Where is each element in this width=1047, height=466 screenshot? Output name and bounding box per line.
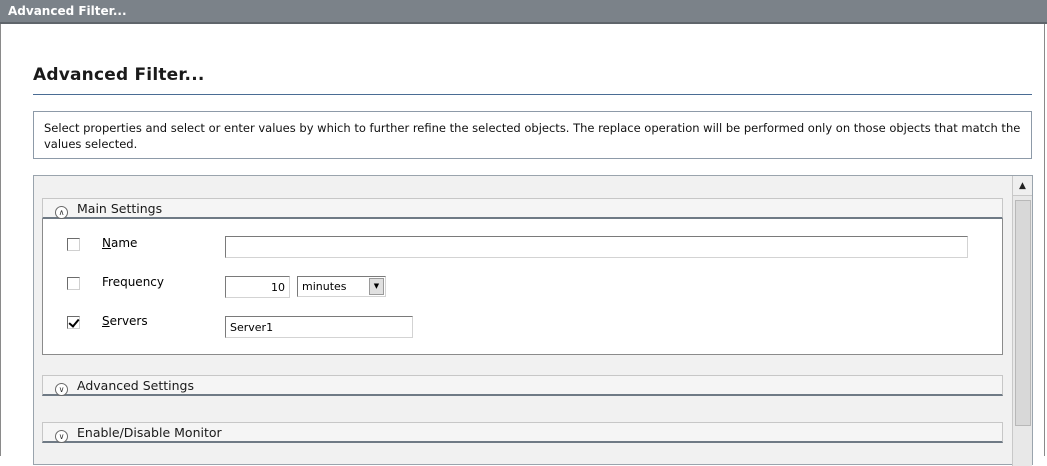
description-text: Select properties and select or enter va… [44, 121, 1021, 151]
advanced-settings-label: Advanced Settings [77, 378, 194, 393]
window-title: Advanced Filter... [8, 4, 127, 18]
main-settings-body: Name Frequency minutes ▼ Servers [42, 219, 1003, 355]
expand-icon[interactable]: ∨ [55, 383, 68, 396]
advanced-settings-header[interactable]: ∨ Advanced Settings [42, 375, 1003, 396]
servers-label-text: ervers [109, 314, 148, 328]
expand-icon[interactable]: ∨ [55, 430, 68, 443]
frequency-checkbox[interactable] [67, 277, 80, 290]
frequency-unit-value: minutes [302, 280, 347, 293]
scroll-up-arrow-icon[interactable]: ▲ [1013, 176, 1032, 196]
page-title: Advanced Filter... [33, 65, 205, 85]
servers-input[interactable] [225, 316, 413, 338]
window-title-bar: Advanced Filter... [0, 0, 1047, 24]
vertical-scrollbar[interactable]: ▲ [1012, 176, 1032, 466]
dropdown-arrow-icon[interactable]: ▼ [369, 278, 384, 295]
title-divider [33, 94, 1032, 95]
frequency-input[interactable] [225, 276, 290, 298]
frequency-label: Frequency [102, 275, 164, 289]
name-label: Name [102, 236, 137, 250]
frequency-unit-select[interactable]: minutes ▼ [297, 276, 386, 297]
main-settings-header[interactable]: ∧ Main Settings [42, 198, 1003, 219]
name-label-access-key: N [102, 236, 111, 250]
enable-disable-monitor-header[interactable]: ∨ Enable/Disable Monitor [42, 422, 1003, 443]
name-input[interactable] [225, 236, 968, 258]
name-label-text: ame [110, 236, 138, 250]
description-box: Select properties and select or enter va… [33, 111, 1032, 159]
main-settings-label: Main Settings [77, 201, 163, 216]
collapse-icon[interactable]: ∧ [55, 206, 68, 219]
servers-label-access-key: S [102, 314, 110, 328]
scroll-thumb[interactable] [1015, 200, 1031, 426]
servers-checkbox[interactable] [67, 316, 80, 329]
name-checkbox[interactable] [67, 238, 80, 251]
servers-label: Servers [102, 314, 148, 328]
enable-disable-monitor-label: Enable/Disable Monitor [77, 425, 222, 440]
